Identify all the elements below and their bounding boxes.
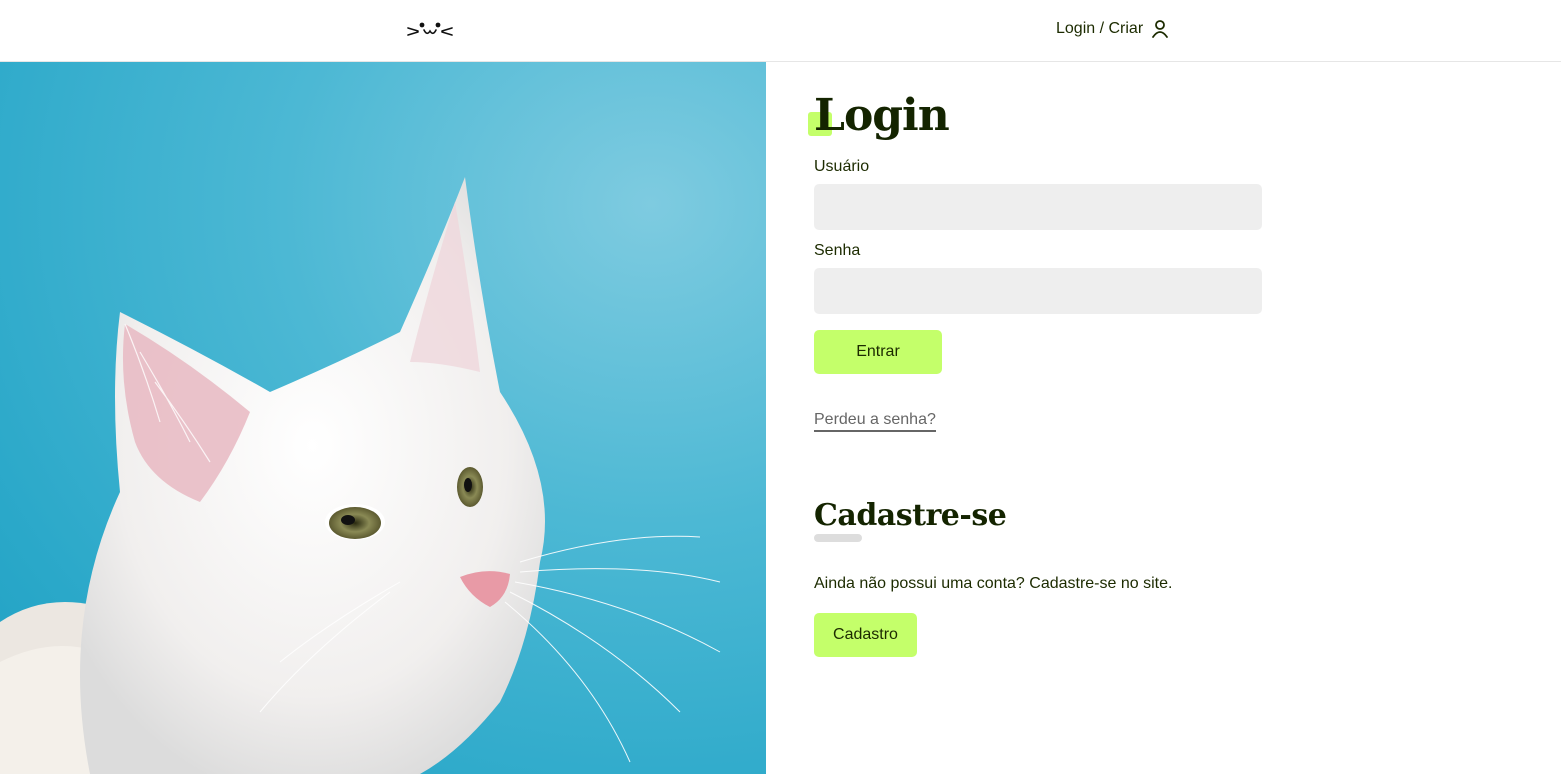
site-header: Login / Criar [0, 0, 1561, 62]
login-create-link[interactable]: Login / Criar [1056, 18, 1169, 40]
login-panel: Login Usuário Senha Entrar Perdeu a senh… [808, 62, 1262, 657]
signup-button[interactable]: Cadastro [814, 613, 917, 657]
username-input[interactable] [814, 184, 1262, 230]
login-create-label: Login / Criar [1056, 20, 1144, 37]
user-icon [1152, 20, 1169, 38]
login-submit-button[interactable]: Entrar [814, 330, 942, 374]
password-label: Senha [814, 242, 861, 259]
white-cat-illustration [0, 177, 721, 774]
lost-password-link[interactable]: Perdeu a senha? [814, 410, 936, 432]
password-input[interactable] [814, 268, 1262, 314]
login-title: Login [814, 90, 950, 141]
signup-title: Cadastre-se [814, 498, 1007, 533]
cat-face-logo-icon[interactable] [406, 20, 454, 42]
username-label: Usuário [814, 158, 870, 175]
login-title-wrap: Login [808, 90, 1262, 146]
signup-title-underline [814, 534, 862, 542]
cat-photo [0, 62, 766, 774]
signup-description: Ainda não possui uma conta? Cadastre-se … [814, 575, 1173, 592]
